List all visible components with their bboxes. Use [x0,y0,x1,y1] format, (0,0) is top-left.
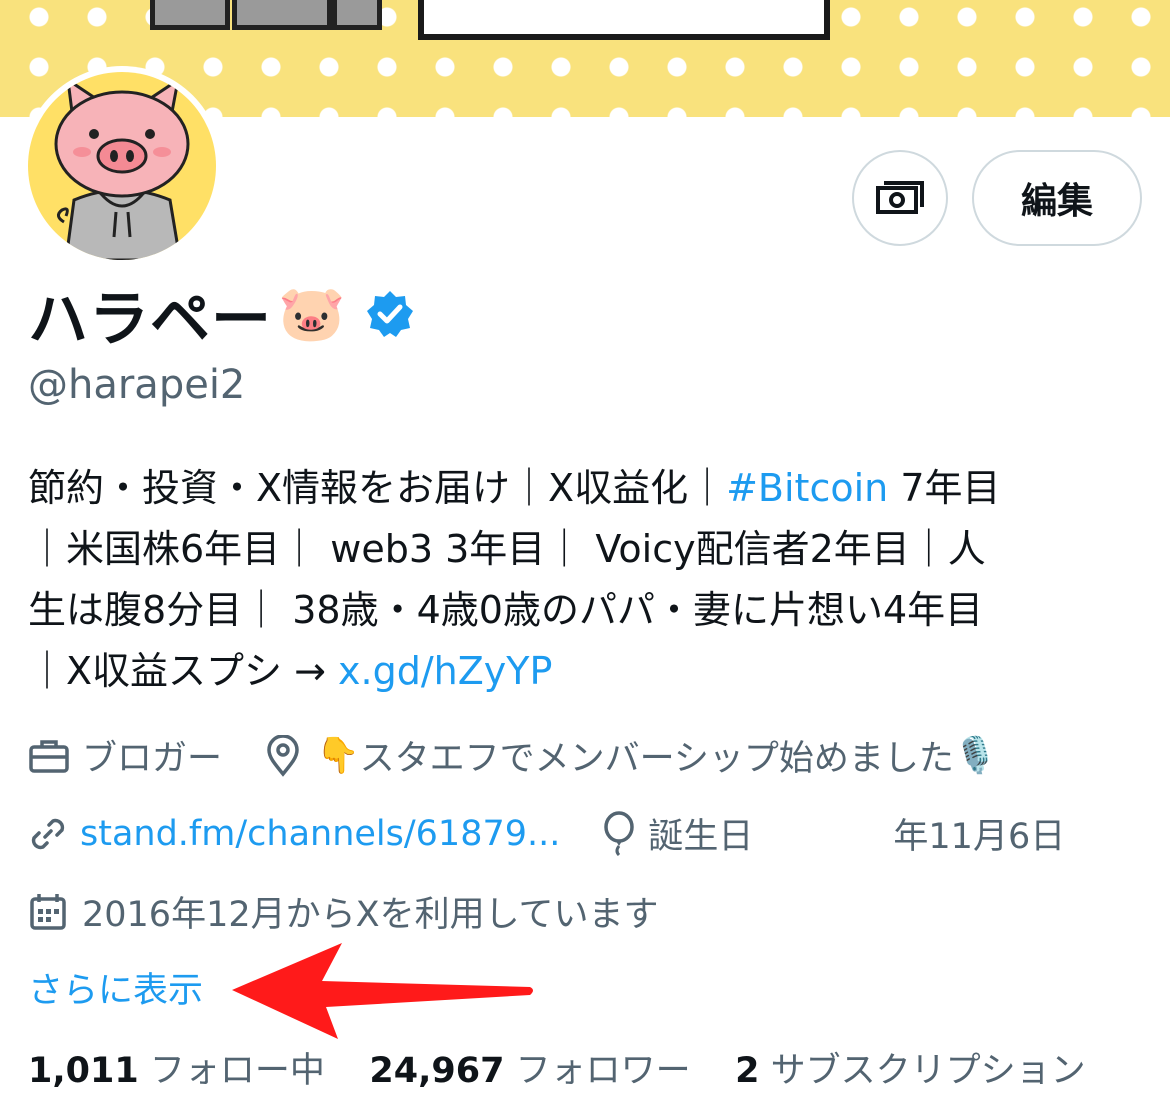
profile-meta-row: stand.fm/channels/61879... 誕生日 年11月6日 [28,808,1065,859]
profile-meta-row: 2016年12月からXを利用しています [28,886,659,937]
money-icon [876,181,924,214]
bio-line: 節約・投資・X情報をお届け｜X収益化｜#Bitcoin 7年目 [28,466,1001,510]
subscriptions-stat[interactable]: 2 サブスクリプション [735,1051,1086,1091]
following-stat[interactable]: 1,011 フォロー中 [28,1051,325,1091]
banner-decoration [332,0,382,30]
display-name-row: ハラペー 🐷 [28,278,415,355]
hashtag-link[interactable]: #Bitcoin [726,466,888,510]
followers-stat[interactable]: 24,967 フォロワー [369,1051,690,1091]
link-icon [31,818,65,849]
profile-bio: 節約・投資・X情報をお届け｜X収益化｜#Bitcoin 7年目 ｜米国株6年目｜… [28,458,1148,702]
profile-website-link[interactable]: stand.fm/channels/61879... [80,814,560,854]
birthday-value: 年11月6日 [893,817,1066,857]
location-pin-icon [267,734,299,777]
redacted-area [753,813,894,854]
follow-stats: 1,011 フォロー中 24,967 フォロワー 2 サブスクリプション [28,1042,1086,1093]
show-more-link[interactable]: さらに表示 [28,962,203,1013]
microphone-emoji: 🎙️ [953,736,998,776]
edit-profile-button[interactable]: 編集 [972,150,1142,246]
birthday-label: 誕生日 [648,817,754,857]
banner-decoration [418,0,830,40]
bio-line: ｜X収益スプシ → x.gd/hZyYP [28,649,553,693]
banner-decoration [150,0,230,30]
briefcase-icon [29,739,69,773]
balloon-icon [604,810,635,856]
verified-badge-icon[interactable] [365,289,415,339]
user-handle: @harapei2 [28,362,246,408]
joined-date: 2016年12月からXを利用しています [82,895,659,935]
bio-line: ｜米国株6年目｜ web3 3年目｜ Voicy配信者2年目｜人 [28,527,986,571]
profile-meta-row: ブロガー 👇 スタエフでメンバーシップ始めました 🎙️ [28,730,998,781]
profile-category: ブロガー [82,739,223,779]
bio-line: 生は腹8分目｜ 38歳・4歳0歳のパパ・妻に片想い4年目 [28,588,984,632]
banner-decoration [232,0,332,30]
pointing-down-emoji: 👇 [316,736,360,776]
profile-location: スタエフでメンバーシップ始めました [359,739,954,779]
pig-emoji: 🐷 [278,282,346,345]
bio-link[interactable]: x.gd/hZyYP [338,649,552,693]
tip-button[interactable] [852,150,948,246]
pig-avatar-illustration [28,72,216,260]
red-arrow-annotation [232,943,533,1039]
display-name: ハラペー [28,284,272,355]
profile-avatar[interactable] [22,66,222,266]
calendar-icon [30,893,66,930]
